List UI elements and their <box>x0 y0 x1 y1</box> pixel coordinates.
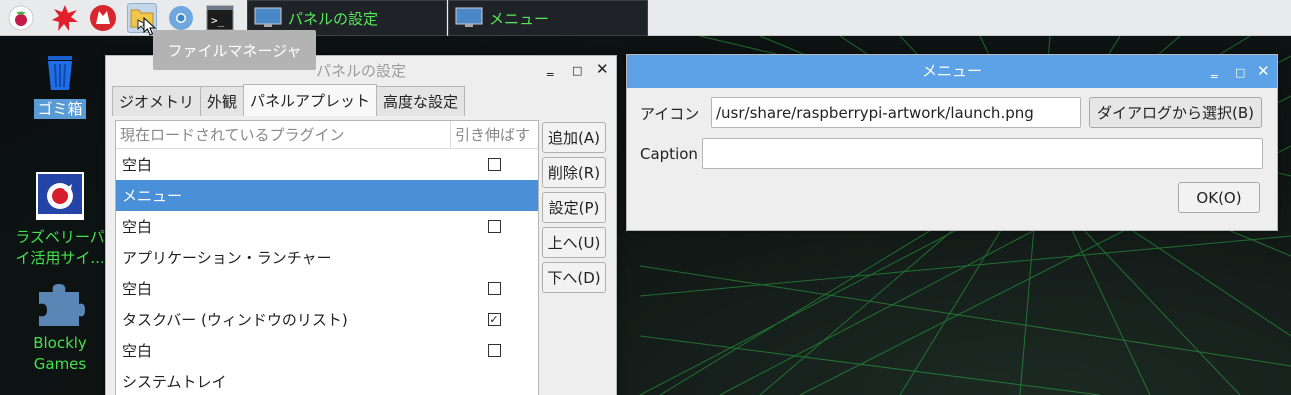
list-item[interactable]: メニュー <box>116 180 538 211</box>
plugin-name: 空白 <box>122 218 153 236</box>
minimize-icon[interactable]: ‗ <box>547 62 554 77</box>
maximize-icon[interactable]: □ <box>572 64 582 77</box>
monitor-icon <box>254 7 282 27</box>
move-down-button[interactable]: 下へ(D) <box>542 262 606 293</box>
column-header-plugins[interactable]: 現在ロードされているプラグイン <box>116 124 450 145</box>
stretch-checkbox[interactable] <box>487 158 501 171</box>
list-item[interactable]: システムトレイ <box>116 366 538 395</box>
plugin-name: アプリケーション・ランチャー <box>122 249 332 267</box>
caption-label: Caption <box>640 145 698 163</box>
stretch-checkbox[interactable] <box>487 344 501 357</box>
list-header: 現在ロードされているプラグイン 引き伸ばす <box>116 121 538 149</box>
mouse-cursor-icon <box>143 17 157 36</box>
burst-icon[interactable] <box>50 3 80 33</box>
desktop-item-blockly[interactable]: Blockly Games <box>20 262 100 395</box>
dialog-title: メニュー <box>627 55 1277 88</box>
plugin-name: 空白 <box>122 342 153 360</box>
tab-appearance[interactable]: 外観 <box>200 86 245 116</box>
panel-settings-window: パネルの設定 ‗ □ ✕ ジオメトリ 外観 パネルアプレット 高度な設定 現在ロ… <box>105 55 617 395</box>
wolfram-icon[interactable] <box>88 3 118 33</box>
puzzle-piece-icon <box>39 284 85 326</box>
site-logo-icon <box>36 172 84 220</box>
minimize-icon[interactable]: ‗ <box>1211 64 1218 79</box>
tab-geometry[interactable]: ジオメトリ <box>112 86 202 116</box>
caption-field[interactable] <box>702 138 1263 169</box>
monitor-icon <box>455 7 483 27</box>
desktop-item-label: ゴミ箱 <box>34 99 86 119</box>
ok-button[interactable]: OK(O) <box>1178 182 1260 213</box>
list-item[interactable]: タスクバー (ウィンドウのリスト) ✓ <box>116 304 538 335</box>
plugin-name: メニュー <box>122 187 183 205</box>
stretch-checkbox[interactable] <box>487 282 501 295</box>
desktop-item-trash[interactable]: ゴミ箱 <box>25 52 95 119</box>
terminal-icon[interactable]: >_ <box>205 3 235 33</box>
menu-dialog: メニュー ‗ □ ✕ アイコン /usr/share/raspberrypi-a… <box>626 54 1278 231</box>
tooltip: ファイルマネージャ <box>153 30 316 70</box>
task-label: パネルの設定 <box>288 9 379 28</box>
plugin-name: 空白 <box>122 280 153 298</box>
plugin-name: システムトレイ <box>122 373 227 391</box>
list-item[interactable]: 空白 <box>116 273 538 304</box>
choose-from-dialog-button[interactable]: ダイアログから選択(B) <box>1089 97 1262 128</box>
plugin-name: タスクバー (ウィンドウのリスト) <box>122 311 348 329</box>
list-item[interactable]: アプリケーション・ランチャー <box>116 242 538 273</box>
close-icon[interactable]: ✕ <box>596 60 609 78</box>
list-item[interactable]: 空白 <box>116 335 538 366</box>
icon-label: アイコン <box>640 105 700 123</box>
tab-bar: ジオメトリ 外観 パネルアプレット 高度な設定 <box>112 84 466 116</box>
plugin-name: 空白 <box>122 156 153 174</box>
trash-icon <box>48 56 72 90</box>
task-label: メニュー <box>489 9 550 28</box>
raspberry-menu-icon[interactable] <box>6 3 36 33</box>
desktop-item-label: Blockly Games <box>33 334 87 373</box>
move-up-button[interactable]: 上へ(U) <box>542 227 606 258</box>
close-icon[interactable]: ✕ <box>1257 62 1270 80</box>
preferences-button[interactable]: 設定(P) <box>542 192 606 223</box>
plugin-list: 現在ロードされているプラグイン 引き伸ばす 空白 メニュー 空白 アプリケーショ… <box>115 120 539 395</box>
tab-advanced[interactable]: 高度な設定 <box>376 86 466 116</box>
task-menu[interactable]: メニュー <box>448 0 648 36</box>
list-item[interactable]: 空白 <box>116 149 538 180</box>
icon-path-field[interactable]: /usr/share/raspberrypi-artwork/launch.pn… <box>711 97 1081 128</box>
list-item[interactable]: 空白 <box>116 211 538 242</box>
tab-panel-applets[interactable]: パネルアプレット <box>243 84 378 116</box>
browser-icon[interactable] <box>166 3 196 33</box>
maximize-icon[interactable]: □ <box>1235 66 1245 79</box>
stretch-checkbox-checked[interactable]: ✓ <box>487 313 501 326</box>
add-button[interactable]: 追加(A) <box>542 122 606 153</box>
stretch-checkbox[interactable] <box>487 220 501 233</box>
column-header-stretch[interactable]: 引き伸ばす <box>450 121 538 149</box>
svg-text:>_: >_ <box>211 14 225 27</box>
remove-button[interactable]: 削除(R) <box>542 157 606 188</box>
